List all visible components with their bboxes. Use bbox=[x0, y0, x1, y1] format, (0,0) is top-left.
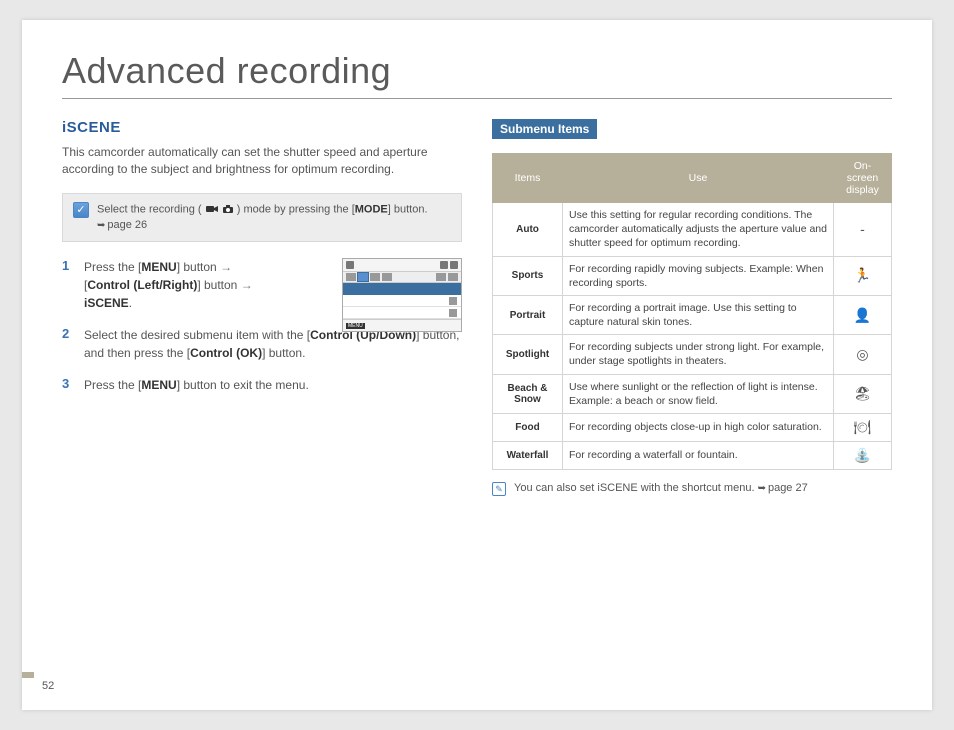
step-number: 1 bbox=[62, 258, 74, 312]
table-row: Beach & Snow Use where sunlight or the r… bbox=[493, 374, 892, 413]
card-icon bbox=[450, 261, 458, 269]
item-use: For recording a portrait image. Use this… bbox=[563, 295, 834, 334]
check-icon: ✓ bbox=[73, 202, 89, 218]
item-display-icon: - bbox=[834, 203, 892, 257]
intro-text: This camcorder automatically can set the… bbox=[62, 144, 462, 179]
table-row: Spotlight For recording subjects under s… bbox=[493, 335, 892, 374]
item-name: Auto bbox=[493, 203, 563, 257]
camcorder-icon bbox=[205, 202, 219, 217]
lcd-tab bbox=[346, 273, 356, 281]
item-use: Use where sunlight or the reflection of … bbox=[563, 374, 834, 413]
callout-mode: MODE bbox=[355, 203, 388, 215]
callout-text: Select the recording ( ) mode by pressin… bbox=[97, 202, 451, 233]
step-3: 3 Press the [MENU] button to exit the me… bbox=[62, 376, 462, 394]
th-use: Use bbox=[563, 154, 834, 203]
table-row: Waterfall For recording a waterfall or f… bbox=[493, 441, 892, 469]
lcd-tab bbox=[436, 273, 446, 281]
step-number: 3 bbox=[62, 376, 74, 394]
lcd-selected-row bbox=[343, 283, 461, 295]
item-name: Sports bbox=[493, 256, 563, 295]
lcd-top-bar bbox=[343, 259, 461, 271]
lcd-tab-bar bbox=[343, 271, 461, 283]
hand-icon bbox=[346, 261, 354, 269]
item-name: Portrait bbox=[493, 295, 563, 334]
section-heading-iscene: iSCENE bbox=[62, 119, 462, 136]
steps-list: 1 Press the [MENU] button [Control (Left… bbox=[62, 258, 462, 394]
right-arrow-icon bbox=[220, 260, 232, 274]
spotlight-icon: ◎ bbox=[834, 335, 892, 374]
lcd-row bbox=[343, 295, 461, 307]
th-items: Items bbox=[493, 154, 563, 203]
right-column: Submenu Items Items Use On-screen displa… bbox=[492, 119, 892, 496]
item-use: For recording subjects under strong ligh… bbox=[563, 335, 834, 374]
step-body: Press the [MENU] button [Control (Left/R… bbox=[84, 258, 304, 312]
lcd-tab bbox=[382, 273, 392, 281]
sports-icon: 🏃 bbox=[834, 256, 892, 295]
callout-tail: ] button. bbox=[388, 203, 428, 215]
manual-page: Advanced recording iSCENE This camcorder… bbox=[22, 20, 932, 710]
step-body: Press the [MENU] button to exit the menu… bbox=[84, 376, 309, 394]
page-ref-arrow-icon bbox=[758, 482, 768, 494]
table-row: Food For recording objects close-up in h… bbox=[493, 413, 892, 441]
note-icon: ✎ bbox=[492, 482, 506, 496]
note-row: ✎ You can also set iSCENE with the short… bbox=[492, 482, 892, 496]
page-title: Advanced recording bbox=[62, 50, 892, 99]
page-edge-tab bbox=[22, 672, 34, 678]
lcd-list bbox=[343, 283, 461, 319]
beach-icon: 🏖 bbox=[834, 374, 892, 413]
th-display: On-screen display bbox=[834, 154, 892, 203]
left-column: iSCENE This camcorder automatically can … bbox=[62, 119, 462, 496]
two-column-layout: iSCENE This camcorder automatically can … bbox=[62, 119, 892, 496]
lcd-screenshot: MENU bbox=[342, 258, 462, 332]
submenu-heading: Submenu Items bbox=[492, 119, 597, 139]
food-icon: 🍽 bbox=[834, 413, 892, 441]
item-use: For recording objects close-up in high c… bbox=[563, 413, 834, 441]
portrait-icon: 👤 bbox=[834, 295, 892, 334]
mode-callout: ✓ Select the recording ( ) mode by press… bbox=[62, 193, 462, 242]
callout-pageref: page 26 bbox=[107, 219, 147, 231]
item-name: Beach & Snow bbox=[493, 374, 563, 413]
table-row: Auto Use this setting for regular record… bbox=[493, 203, 892, 257]
battery-icon bbox=[440, 261, 448, 269]
table-row: Sports For recording rapidly moving subj… bbox=[493, 256, 892, 295]
table-row: Portrait For recording a portrait image.… bbox=[493, 295, 892, 334]
lcd-footer: MENU bbox=[343, 319, 461, 331]
item-use: For recording a waterfall or fountain. bbox=[563, 441, 834, 469]
item-use: For recording rapidly moving subjects. E… bbox=[563, 256, 834, 295]
item-use: Use this setting for regular recording c… bbox=[563, 203, 834, 257]
item-name: Spotlight bbox=[493, 335, 563, 374]
item-name: Waterfall bbox=[493, 441, 563, 469]
item-name: Food bbox=[493, 413, 563, 441]
page-number: 52 bbox=[42, 680, 54, 692]
lcd-row bbox=[343, 307, 461, 319]
lcd-menu-label: MENU bbox=[346, 323, 365, 329]
waterfall-icon: ⛲ bbox=[834, 441, 892, 469]
note-pageref: page 27 bbox=[768, 482, 808, 494]
lcd-tab bbox=[370, 273, 380, 281]
camera-icon bbox=[222, 202, 234, 217]
note-text: You can also set iSCENE with the shortcu… bbox=[514, 482, 808, 494]
page-ref-arrow-icon bbox=[97, 219, 107, 231]
step-number: 2 bbox=[62, 326, 74, 362]
submenu-table: Items Use On-screen display Auto Use thi… bbox=[492, 153, 892, 470]
callout-pre: Select the recording ( bbox=[97, 203, 205, 215]
callout-post: ) mode by pressing the [ bbox=[237, 203, 355, 215]
lcd-tab-active bbox=[358, 273, 368, 281]
step-1: 1 Press the [MENU] button [Control (Left… bbox=[62, 258, 462, 312]
right-arrow-icon bbox=[241, 278, 253, 292]
lcd-tab bbox=[448, 273, 458, 281]
